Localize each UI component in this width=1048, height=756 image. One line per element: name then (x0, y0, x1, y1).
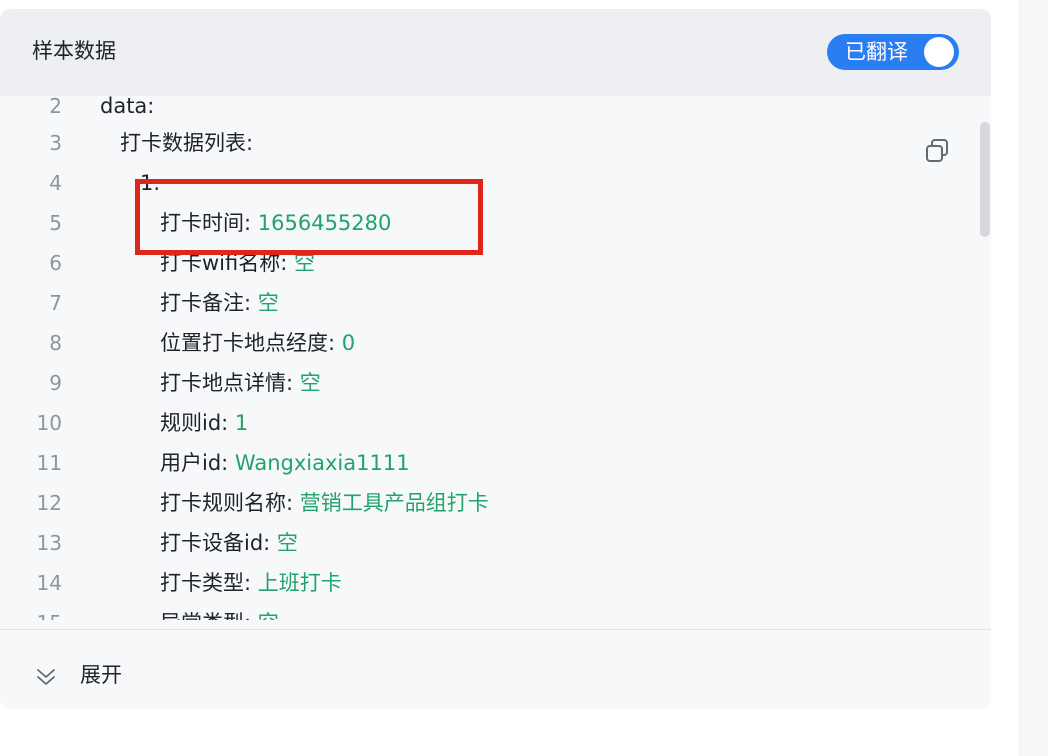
expand-button[interactable] (0, 630, 991, 709)
line-content: 打卡wifi名称: 空 (160, 243, 315, 283)
code-line: 12 打卡规则名称: 营销工具产品组打卡 (0, 483, 970, 523)
line-content: 异常类型: 空 (160, 603, 279, 620)
line-key: 1. (140, 171, 161, 195)
line-content: 打卡时间: 1656455280 (160, 203, 391, 243)
line-value: 空 (294, 251, 315, 275)
page: 样本数据 已翻译 2 data: 3 打卡数据列表: 4 1. 5 打卡时间: … (0, 0, 1048, 756)
code-line: 10 规则id: 1 (0, 403, 970, 443)
copy-icon[interactable] (924, 138, 950, 164)
line-key: 打卡类型: (160, 571, 258, 595)
line-content: 规则id: 1 (160, 403, 248, 443)
line-value: 空 (276, 531, 298, 555)
line-value: 空 (257, 291, 279, 315)
code-line: 5 打卡时间: 1656455280 (0, 203, 970, 243)
line-content: 打卡规则名称: 营销工具产品组打卡 (160, 483, 489, 523)
line-key: 打卡地点详情: (160, 371, 300, 395)
line-key: 打卡规则名称: (160, 491, 300, 515)
line-key: 异常类型: (160, 611, 258, 620)
line-number: 9 (49, 371, 62, 395)
line-number: 8 (49, 331, 62, 355)
line-key: 用户id: (160, 451, 235, 475)
line-key: 打卡数据列表: (120, 131, 254, 155)
code-line: 2 data: (0, 96, 970, 126)
code-line: 7 打卡备注: 空 (0, 283, 970, 323)
line-value: 营销工具产品组打卡 (299, 491, 489, 515)
line-value: 空 (258, 611, 279, 620)
line-number: 12 (36, 491, 62, 515)
line-content: 位置打卡地点经度: 0 (160, 323, 355, 363)
line-key: 打卡备注: (160, 291, 258, 315)
line-number: 5 (49, 211, 62, 235)
line-number: 4 (49, 171, 62, 195)
line-key: 打卡设备id: (160, 531, 277, 555)
code-line: 13 打卡设备id: 空 (0, 523, 970, 563)
line-content: 打卡类型: 上班打卡 (160, 563, 342, 603)
sample-data-card: 样本数据 已翻译 2 data: 3 打卡数据列表: 4 1. 5 打卡时间: … (0, 9, 991, 709)
card-title: 样本数据 (32, 39, 116, 63)
line-key: 打卡时间: (160, 211, 258, 235)
scrollbar-thumb[interactable] (980, 122, 990, 237)
line-number: 14 (36, 571, 62, 595)
line-content: 打卡地点详情: 空 (160, 363, 321, 403)
line-key: 规则id: (160, 411, 235, 435)
side-gutter (1018, 0, 1048, 756)
double-chevron-down-icon (36, 665, 56, 687)
code-line: 3 打卡数据列表: (0, 123, 970, 163)
line-value: 空 (299, 371, 321, 395)
translate-toggle[interactable]: 已翻译 (827, 34, 959, 70)
line-key: data: (100, 96, 155, 118)
line-number: 6 (49, 251, 62, 275)
line-content: 用户id: Wangxiaxia1111 (160, 443, 410, 483)
line-key: 位置打卡地点经度: (160, 331, 342, 355)
line-value: 1 (234, 411, 249, 435)
line-number: 13 (36, 531, 62, 555)
line-content: 1. (140, 163, 160, 203)
line-key: 打卡wifi名称: (160, 251, 294, 275)
code-line: 9 打卡地点详情: 空 (0, 363, 970, 403)
line-number: 3 (49, 131, 62, 155)
line-value: 0 (341, 331, 356, 355)
code-line: 8 位置打卡地点经度: 0 (0, 323, 970, 363)
code-line: 14 打卡类型: 上班打卡 (0, 563, 970, 603)
line-number: 2 (49, 96, 62, 118)
line-number: 7 (49, 291, 62, 315)
code-line: 11 用户id: Wangxiaxia1111 (0, 443, 970, 483)
line-number: 10 (36, 411, 62, 435)
line-content: 打卡备注: 空 (160, 283, 279, 323)
code-line: 4 1. (0, 163, 970, 203)
line-content: 打卡数据列表: (120, 123, 253, 163)
card-header: 样本数据 已翻译 (0, 9, 991, 96)
line-value: Wangxiaxia1111 (234, 451, 410, 475)
code-viewer[interactable]: 2 data: 3 打卡数据列表: 4 1. 5 打卡时间: 165645528… (0, 96, 991, 620)
line-content: data: (100, 96, 154, 126)
line-value: 上班打卡 (257, 571, 342, 595)
line-number: 15 (20, 603, 62, 620)
line-content: 打卡设备id: 空 (160, 523, 298, 563)
code-line: 6 打卡wifi名称: 空 (0, 243, 970, 283)
line-number: 11 (36, 451, 62, 475)
line-value: 1656455280 (257, 211, 392, 235)
toggle-knob (924, 37, 954, 67)
expand-label: 展开 (80, 663, 122, 687)
code-line: 15 异常类型: 空 (0, 603, 970, 620)
translate-toggle-label: 已翻译 (845, 40, 908, 64)
